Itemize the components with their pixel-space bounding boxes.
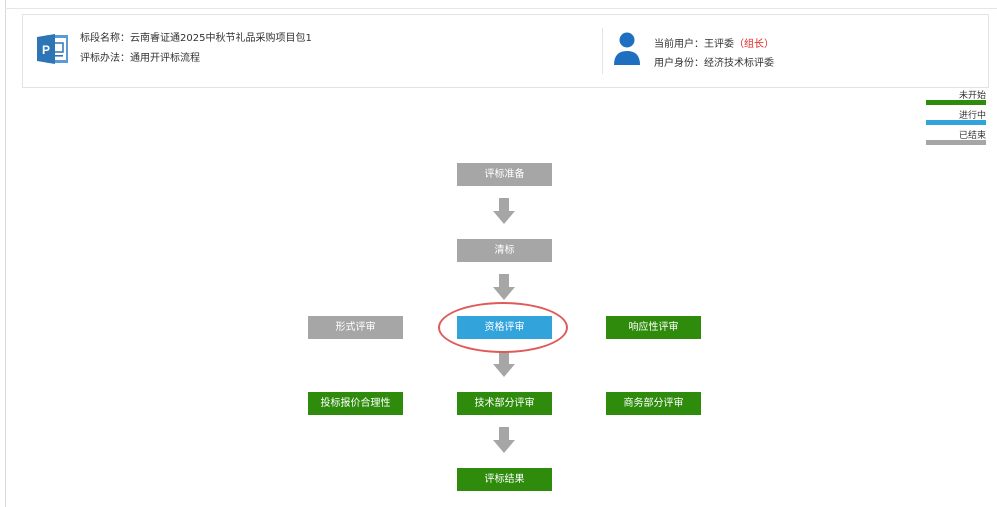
user-avatar-icon xyxy=(614,32,640,65)
header-divider xyxy=(602,28,603,74)
highlight-circle xyxy=(438,302,568,353)
legend-not-started-bar xyxy=(926,100,986,105)
identity-label: 用户身份： xyxy=(654,58,704,69)
legend-ended: 已结束 xyxy=(926,128,986,148)
project-label: 标段名称： xyxy=(80,33,130,44)
legend-in-progress: 进行中 xyxy=(926,108,986,128)
frame-left-border xyxy=(5,0,6,507)
svg-text:P: P xyxy=(42,43,50,57)
user-info: 当前用户：王评委（组长） 用户身份：经济技术标评委 xyxy=(654,35,774,73)
identity-row: 用户身份：经济技术标评委 xyxy=(654,54,774,73)
user-role: （组长） xyxy=(734,39,774,50)
flow-node-business[interactable]: 商务部分评审 xyxy=(606,392,701,415)
legend-ended-bar xyxy=(926,140,986,145)
flow-node-clear[interactable]: 清标 xyxy=(457,239,552,262)
project-info: 标段名称：云南睿证通2025中秋节礼品采购项目包1 评标办法：通用开评标流程 xyxy=(80,29,312,69)
header-panel: P 标段名称：云南睿证通2025中秋节礼品采购项目包1 评标办法：通用开评标流程… xyxy=(22,14,989,88)
user-role-text: 组长 xyxy=(744,39,764,50)
down-arrow-icon xyxy=(493,198,515,224)
down-arrow-icon xyxy=(493,351,515,377)
status-legend: 未开始 进行中 已结束 xyxy=(926,88,986,148)
identity-value: 经济技术标评委 xyxy=(704,58,774,69)
flow-node-price[interactable]: 投标报价合理性 xyxy=(308,392,403,415)
user-row: 当前用户：王评委（组长） xyxy=(654,35,774,54)
flow-node-result[interactable]: 评标结果 xyxy=(457,468,552,491)
flow-node-responsive[interactable]: 响应性评审 xyxy=(606,316,701,339)
flow-node-formal[interactable]: 形式评审 xyxy=(308,316,403,339)
flow-node-technical[interactable]: 技术部分评审 xyxy=(457,392,552,415)
frame-top-border xyxy=(5,8,997,9)
down-arrow-icon xyxy=(493,274,515,300)
project-name: 云南睿证通2025中秋节礼品采购项目包1 xyxy=(130,33,312,44)
legend-in-progress-bar xyxy=(926,120,986,125)
method-label: 评标办法： xyxy=(80,53,130,64)
user-label: 当前用户： xyxy=(654,39,704,50)
powerpoint-icon: P xyxy=(37,34,68,64)
project-row: 标段名称：云南睿证通2025中秋节礼品采购项目包1 xyxy=(80,29,312,49)
legend-not-started: 未开始 xyxy=(926,88,986,108)
down-arrow-icon xyxy=(493,427,515,453)
method-row: 评标办法：通用开评标流程 xyxy=(80,49,312,69)
user-name: 王评委 xyxy=(704,39,734,50)
flow-node-prepare[interactable]: 评标准备 xyxy=(457,163,552,186)
method-name: 通用开评标流程 xyxy=(130,53,200,64)
